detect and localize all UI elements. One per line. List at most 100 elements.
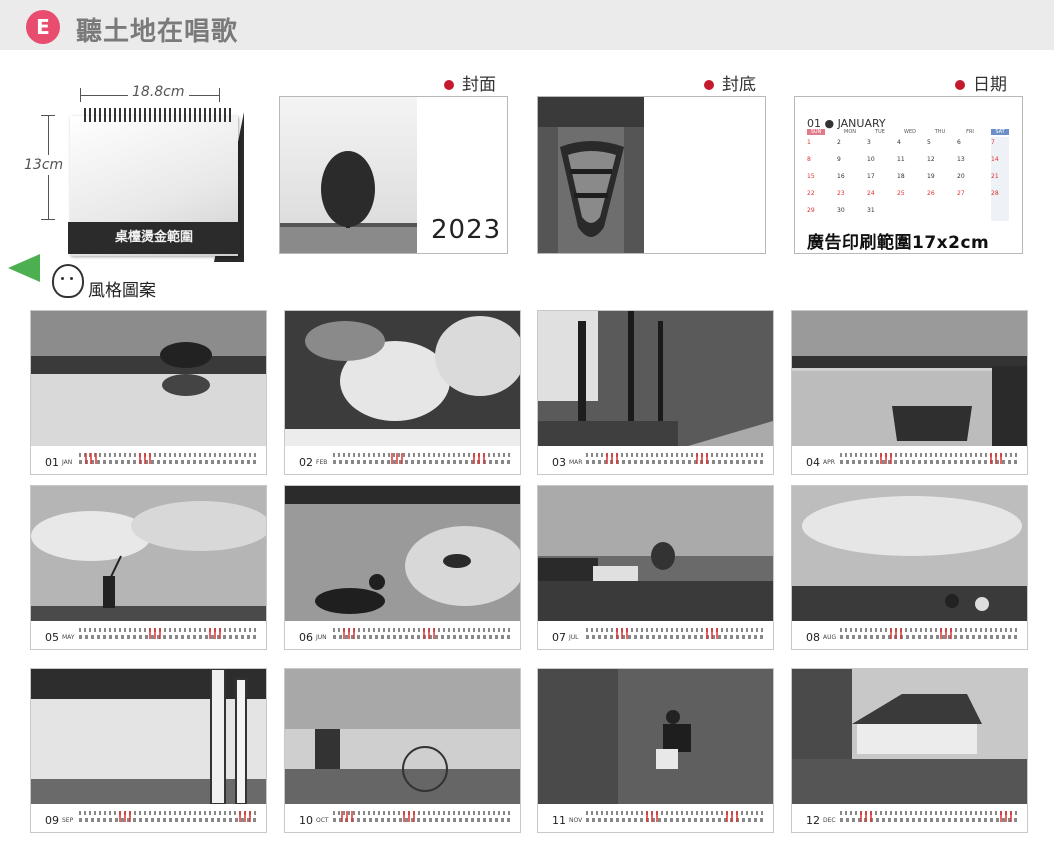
cover-photo (280, 97, 417, 253)
date-cell: 21 (991, 173, 999, 180)
month-abbr: JUL (569, 634, 579, 641)
month-number: 09 (45, 814, 59, 827)
back-label: 封底 (704, 70, 756, 95)
day-strip (586, 453, 766, 467)
date-cell: 8 (807, 156, 811, 163)
month-card: 02 FEB (284, 310, 521, 475)
month-card: 11 NOV (537, 668, 774, 833)
day-strip (840, 811, 1020, 825)
date-cell: 26 (927, 190, 935, 197)
month-photo (285, 669, 520, 804)
date-cell: 7 (991, 139, 995, 146)
date-cell: 24 (867, 190, 875, 197)
month-photo (285, 486, 520, 621)
day-strip (840, 453, 1020, 467)
date-cell: 5 (927, 139, 931, 146)
cover-label: 封面 (444, 70, 496, 95)
date-cell: 10 (867, 156, 875, 163)
date-cell: 20 (957, 173, 965, 180)
month-abbr: MAR (569, 459, 583, 466)
month-number: 12 (806, 814, 820, 827)
date-cell: 22 (807, 190, 815, 197)
date-cell: 28 (991, 190, 999, 197)
red-dot-icon (704, 80, 714, 90)
date-cell: 13 (957, 156, 965, 163)
date-grid: SUN MON TUE WED THU FRI SAT 1 2 3 4 5 6 7 8 9 10 11 12 13 14… (807, 129, 1009, 221)
month-number: 02 (299, 456, 313, 469)
date-cell: 2 (837, 139, 841, 146)
date-cell: 16 (837, 173, 845, 180)
weekday-header: THU (934, 129, 946, 135)
section-badge: E (26, 10, 60, 44)
month-card: 10 OCT (284, 668, 521, 833)
month-number: 11 (552, 814, 566, 827)
month-abbr: MAY (62, 634, 75, 641)
cover-year: 2023 (431, 215, 502, 245)
weekday-header: FRI (966, 129, 974, 135)
month-number: 01 (45, 456, 59, 469)
date-cell: 11 (897, 156, 905, 163)
month-card: 08 AUG (791, 485, 1028, 650)
weekday-header: MON (844, 129, 856, 135)
month-abbr: SEP (62, 817, 74, 824)
date-cell: 23 (837, 190, 845, 197)
height-dimension: 13cm (24, 115, 64, 220)
month-photo (31, 311, 266, 446)
day-strip (79, 453, 259, 467)
date-label: 日期 (955, 70, 1007, 95)
month-card: 04 APR (791, 310, 1028, 475)
month-photo (792, 311, 1027, 446)
month-abbr: JAN (62, 459, 73, 466)
month-photo (285, 311, 520, 446)
month-number: 04 (806, 456, 820, 469)
day-strip (586, 628, 766, 642)
month-abbr: JUN (316, 634, 327, 641)
month-photo (538, 486, 773, 621)
red-dot-icon (444, 80, 454, 90)
date-cell: 19 (927, 173, 935, 180)
month-number: 07 (552, 631, 566, 644)
date-cell: 25 (897, 190, 905, 197)
month-abbr: AUG (823, 634, 837, 641)
month-abbr: DEC (823, 817, 836, 824)
date-cell: 4 (897, 139, 901, 146)
date-cell: 9 (837, 156, 841, 163)
date-cell: 27 (957, 190, 965, 197)
weekday-header: WED (904, 129, 916, 135)
month-card: 01 JAN (30, 310, 267, 475)
back-photo (538, 97, 644, 253)
month-abbr: NOV (569, 817, 583, 824)
date-cell: 3 (867, 139, 871, 146)
date-cell: 6 (957, 139, 961, 146)
month-number: 10 (299, 814, 313, 827)
date-cell: 15 (807, 173, 815, 180)
cover-preview: 2023 (279, 96, 508, 254)
month-photo (792, 486, 1027, 621)
style-label: 風格圖案 (88, 281, 156, 301)
day-strip (333, 811, 513, 825)
gold-foil-area: 桌檯燙金範圍 (68, 222, 240, 254)
day-strip (79, 811, 259, 825)
month-number: 05 (45, 631, 59, 644)
height-label: 13cm (24, 155, 64, 175)
date-cell: 17 (867, 173, 875, 180)
weekday-header: SAT (991, 129, 1009, 135)
day-strip (586, 811, 766, 825)
date-cell: 29 (807, 207, 815, 214)
day-strip (840, 628, 1020, 642)
month-abbr: APR (823, 459, 835, 466)
month-photo (31, 486, 266, 621)
ad-print-area: 廣告印刷範圍17x2cm (807, 233, 990, 253)
month-card: 03 MAR (537, 310, 774, 475)
month-card: 05 MAY (30, 485, 267, 650)
date-cell: 31 (867, 207, 875, 214)
month-number: 08 (806, 631, 820, 644)
month-photo (538, 669, 773, 804)
day-strip (333, 453, 513, 467)
month-photo (31, 669, 266, 804)
weekday-header: TUE (875, 129, 885, 135)
day-strip (333, 628, 513, 642)
date-cell: 12 (927, 156, 935, 163)
red-dot-icon (955, 80, 965, 90)
weekday-header: SUN (807, 129, 825, 135)
